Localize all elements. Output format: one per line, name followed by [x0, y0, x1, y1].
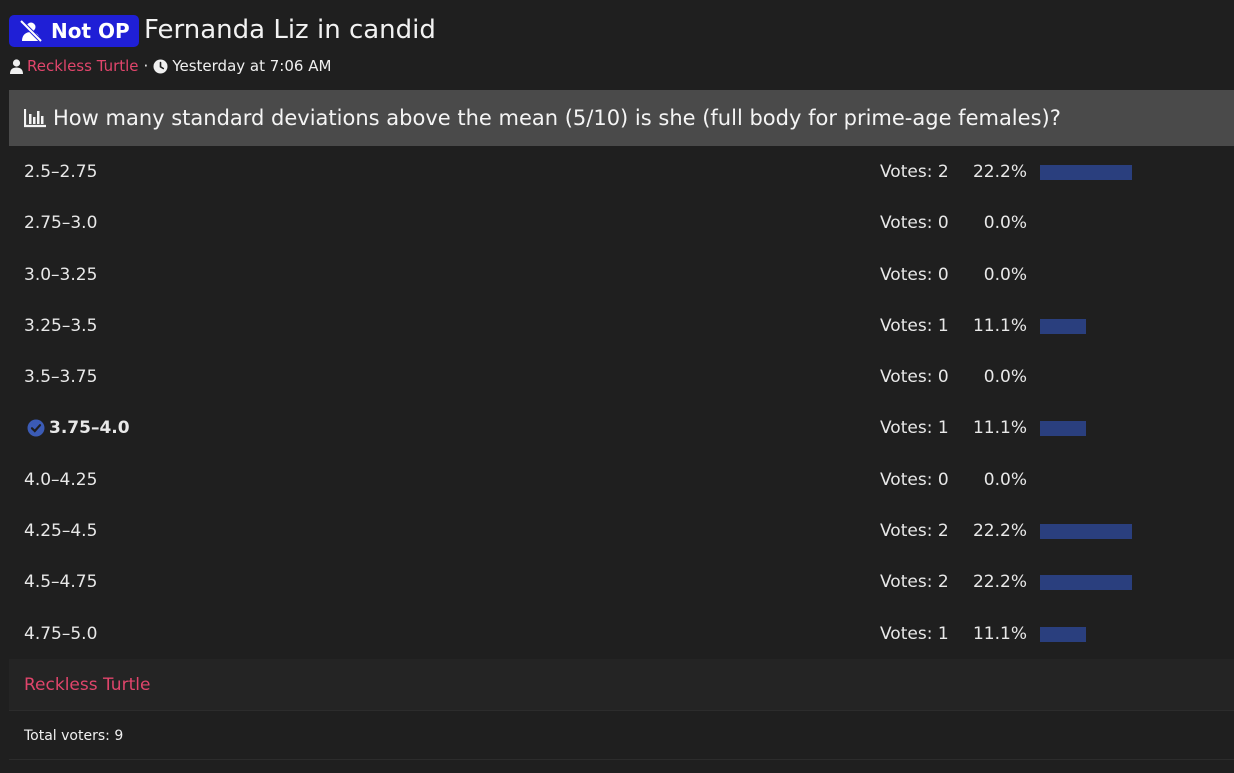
poll-option-percent: 0.0%: [983, 367, 1027, 388]
post-timestamp[interactable]: Yesterday at 7:06 AM: [172, 57, 331, 75]
poll-option-row: 4.25–4.5 Votes: 2 22.2%: [9, 505, 1234, 556]
poll-option-votes: Votes: 1: [880, 315, 949, 336]
poll-option-votes: Votes: 0: [880, 213, 949, 234]
poll-option-votes: Votes: 0: [880, 469, 949, 490]
poll-option-percent: 0.0%: [983, 469, 1027, 490]
poll-option-row: 4.75–5.0 Votes: 1 11.1%: [9, 608, 1234, 659]
user-slash-icon: [19, 20, 43, 42]
poll-option-text: 3.0–3.25: [24, 264, 98, 285]
poll-option-bar: [1040, 165, 1132, 180]
poll-option-label: 3.25–3.5: [24, 300, 97, 352]
total-voters-text: Total voters: 9: [24, 728, 124, 744]
poll-option-votes: Votes: 0: [880, 367, 949, 388]
thread-title: Fernanda Liz in candid: [144, 15, 436, 45]
poll-option-row: 3.25–3.5 Votes: 1 11.1%: [9, 300, 1234, 351]
poll-option-label: 2.75–3.0: [24, 197, 97, 249]
total-voters: Total voters: 9: [9, 711, 1234, 760]
poll-option-votes: Votes: 1: [880, 623, 949, 644]
poll-option-percent: 22.2%: [972, 572, 1027, 593]
poll-option-label: 3.0–3.25: [24, 249, 97, 301]
poll-option-row: 4.5–4.75 Votes: 2 22.2%: [9, 556, 1234, 607]
poll-option-row: 3.75–4.0 Votes: 1 11.1%: [9, 402, 1234, 453]
poll-option-text: 4.0–4.25: [24, 469, 98, 490]
poll-question-text: How many standard deviations above the m…: [53, 106, 1061, 130]
poll-option-text: 3.75–4.0: [49, 418, 130, 439]
poll-option-text: 4.75–5.0: [24, 623, 98, 644]
voter-row: Reckless Turtle: [9, 659, 1234, 711]
poll-chart-icon: [24, 109, 46, 128]
poll-option-bar: [1040, 524, 1132, 540]
poll-option-label: 2.5–2.75: [24, 146, 97, 198]
poll-option-label: 4.25–4.5: [24, 505, 97, 557]
poll-question: How many standard deviations above the m…: [9, 90, 1234, 146]
poll-option-votes: Votes: 2: [880, 521, 949, 542]
poll-option-text: 4.25–4.5: [24, 521, 98, 542]
poll-option-label: 4.0–4.25: [24, 454, 97, 506]
poll-option-percent: 0.0%: [983, 264, 1027, 285]
voter-link[interactable]: Reckless Turtle: [24, 659, 150, 711]
poll-option-bar: [1040, 575, 1132, 591]
poll-option-text: 2.75–3.0: [24, 213, 98, 234]
poll-option-label: 4.5–4.75: [24, 556, 97, 608]
poll-option-percent: 22.2%: [972, 521, 1027, 542]
poll-option-votes: Votes: 2: [880, 162, 949, 182]
poll-option-text: 4.5–4.75: [24, 572, 98, 593]
meta-separator: ·: [143, 57, 149, 75]
poll-option-row: 2.75–3.0 Votes: 0 0.0%: [9, 197, 1234, 248]
thread-header: Not OP Fernanda Liz in candid Reckless T…: [0, 0, 1234, 90]
poll-option-percent: 0.0%: [983, 213, 1027, 234]
poll-option-label: 3.5–3.75: [24, 351, 97, 403]
check-circle-icon: [27, 419, 45, 437]
poll-option-bar: [1040, 421, 1086, 437]
clock-icon: [153, 59, 168, 73]
poll-option-votes: Votes: 1: [880, 418, 949, 439]
badge-label: Not OP: [51, 19, 130, 43]
poll-option-row: 3.0–3.25 Votes: 0 0.0%: [9, 249, 1234, 300]
poll-option-label: 3.75–4.0: [27, 402, 130, 454]
poll-option-bar: [1040, 318, 1086, 334]
poll-option-percent: 22.2%: [972, 162, 1027, 182]
not-op-badge: Not OP: [9, 15, 139, 47]
poll-option-text: 3.5–3.75: [24, 367, 98, 388]
poll-option-votes: Votes: 2: [880, 572, 949, 593]
poll-option-bar: [1040, 626, 1086, 642]
poll-option-row: 3.5–3.75 Votes: 0 0.0%: [9, 351, 1234, 402]
poll-option-percent: 11.1%: [972, 315, 1027, 336]
poll-option-label: 4.75–5.0: [24, 608, 97, 660]
poll-option-row: 4.0–4.25 Votes: 0 0.0%: [9, 454, 1234, 505]
author-link[interactable]: Reckless Turtle: [27, 57, 139, 75]
poll-option-row: 2.5–2.75 Votes: 2 22.2%: [9, 146, 1234, 197]
poll-option-votes: Votes: 0: [880, 264, 949, 285]
poll-option-text: 2.5–2.75: [24, 162, 98, 182]
poll-option-percent: 11.1%: [972, 623, 1027, 644]
user-icon: [10, 58, 23, 74]
thread-meta: Reckless Turtle · Yesterday at 7:06 AM: [10, 57, 331, 75]
poll-option-percent: 11.1%: [972, 418, 1027, 439]
poll-option-text: 3.25–3.5: [24, 315, 98, 336]
poll-results: 2.5–2.75 Votes: 2 22.2% 2.75–3.0 Votes: 0 0.0…: [9, 146, 1234, 659]
